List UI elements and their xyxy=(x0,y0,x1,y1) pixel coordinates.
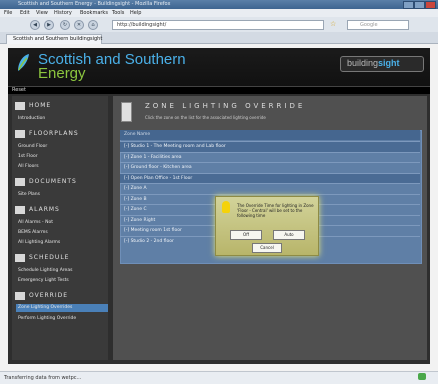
url-text: http://buildingsight/ xyxy=(117,22,167,28)
zone-row-label: [-] Studio 2 - 2nd floor xyxy=(124,238,174,244)
zone-row-label: [-] Studio 1 - The Meeting room and Lab … xyxy=(124,144,226,149)
zone-list-header: Zone Name xyxy=(120,130,420,140)
dialog-off-button[interactable]: Off xyxy=(230,230,262,240)
zone-row[interactable]: [-] Zone 1 - Facilities area xyxy=(120,151,420,163)
sidebar-item-1st-floor[interactable]: 1st Floor xyxy=(18,154,38,159)
forward-icon[interactable]: ▶ xyxy=(44,20,54,30)
menu-help[interactable]: Help xyxy=(130,10,141,16)
buildingsight-logo: buildingsight xyxy=(340,56,424,72)
sidebar-item-schedule-lighting[interactable]: Schedule Lighting Areas xyxy=(18,268,72,273)
sidebar: HOME Introduction FLOORPLANS Ground Floo… xyxy=(12,96,108,360)
sidebar-section-schedule[interactable]: SCHEDULE xyxy=(12,252,108,264)
document-icon xyxy=(15,178,25,186)
section-label: FLOORPLANS xyxy=(29,130,79,137)
menu-history[interactable]: History xyxy=(54,10,72,16)
sidebar-item-perform-override[interactable]: Perform Lighting Override xyxy=(18,316,76,321)
zone-row-label: [-] Zone Right xyxy=(124,217,156,223)
section-label: HOME xyxy=(29,102,52,109)
logo-prefix: building xyxy=(347,58,379,68)
zone-row-label: [-] Open Plan Office - 1st Floor xyxy=(124,175,193,181)
page-subtitle: Click the zone on the list for the assoc… xyxy=(145,115,266,120)
sidebar-section-alarms[interactable]: ALARMS xyxy=(12,204,108,216)
sidebar-item-site-plans[interactable]: Site Plans xyxy=(18,192,40,197)
search-input[interactable]: Google xyxy=(347,20,409,30)
close-icon[interactable] xyxy=(425,1,436,9)
tab-bar: Scottish and Southern buildingsight xyxy=(0,32,438,44)
dialog-auto-button[interactable]: Auto xyxy=(273,230,305,240)
navigation-bar: ◀ ▶ ↻ ✕ ⌂ http://buildingsight/ ☆ Google xyxy=(0,17,438,33)
stop-icon[interactable]: ✕ xyxy=(74,20,84,30)
section-label: ALARMS xyxy=(29,206,60,213)
window-title: Scottish and Southern Energy - Buildings… xyxy=(18,1,171,7)
zone-row-label: [-] Zone B xyxy=(124,196,147,202)
sidebar-item-introduction[interactable]: Introduction xyxy=(18,116,45,121)
url-input[interactable]: http://buildingsight/ xyxy=(112,20,324,30)
menu-view[interactable]: View xyxy=(36,10,48,16)
search-placeholder: Google xyxy=(360,22,378,28)
sidebar-section-override[interactable]: OVERRIDE xyxy=(12,290,108,302)
tab-active[interactable]: Scottish and Southern buildingsight xyxy=(6,34,102,44)
zone-row-label: [-] Ground floor - Kitchen area xyxy=(124,165,192,170)
sidebar-item-emergency-tests[interactable]: Emergency Light Tests xyxy=(18,278,69,283)
sidebar-section-home[interactable]: HOME xyxy=(12,100,108,112)
zone-row[interactable]: [-] Open Plan Office - 1st Floor xyxy=(120,172,420,184)
schedule-icon xyxy=(15,254,25,262)
logo-suffix: sight xyxy=(378,58,400,68)
breadcrumb: Reset xyxy=(8,86,430,94)
sidebar-item-all-floors[interactable]: All Floors xyxy=(18,164,39,169)
sidebar-item-bems-alarms[interactable]: BEMS Alarms xyxy=(18,230,48,235)
sidebar-item-ground-floor[interactable]: Ground Floor xyxy=(18,144,47,149)
sidebar-section-floorplans[interactable]: FLOORPLANS xyxy=(12,128,108,140)
home-icon[interactable]: ⌂ xyxy=(88,20,98,30)
section-label: SCHEDULE xyxy=(29,254,70,261)
override-icon xyxy=(15,292,25,300)
floorplan-icon xyxy=(15,130,25,138)
zone-list-header-label: Zone Name xyxy=(124,132,151,137)
maximize-icon[interactable] xyxy=(414,1,425,9)
status-text: Transferring data from wetpc... xyxy=(4,375,82,381)
reload-icon[interactable]: ↻ xyxy=(60,20,70,30)
dialog-message-line3: following time xyxy=(237,213,266,218)
zone-row-label: [-] Zone C xyxy=(124,207,147,212)
section-label: OVERRIDE xyxy=(29,292,69,299)
alarm-icon xyxy=(15,206,25,214)
minimize-icon[interactable] xyxy=(403,1,414,9)
page-title: ZONE LIGHTING OVERRIDE xyxy=(145,102,306,110)
zone-row-label: [-] Meeting room 1st floor xyxy=(124,228,182,233)
reset-link[interactable]: Reset xyxy=(12,87,26,93)
zone-row[interactable]: [-] Zone A xyxy=(120,183,420,194)
sidebar-item-lighting-alarms[interactable]: All Lighting Alarms xyxy=(18,240,60,245)
section-label: DOCUMENTS xyxy=(29,178,77,185)
zone-row-label: [-] Zone A xyxy=(124,186,147,191)
home-icon xyxy=(15,102,25,110)
zone-row[interactable]: [-] Ground floor - Kitchen area xyxy=(120,162,420,173)
menu-bookmarks[interactable]: Bookmarks xyxy=(80,10,108,16)
leaf-logo-icon xyxy=(18,54,29,71)
lightbulb-icon xyxy=(222,201,230,213)
page-header-icon xyxy=(121,102,132,122)
status-bar: Transferring data from wetpc... xyxy=(0,371,438,384)
tab-label: Scottish and Southern buildingsight xyxy=(13,36,103,42)
sidebar-item-all-alarms[interactable]: All Alarms - Not xyxy=(18,220,53,225)
zone-row-label: [-] Zone 1 - Facilities area xyxy=(124,154,182,160)
status-indicator-icon xyxy=(418,373,426,380)
back-icon[interactable]: ◀ xyxy=(30,20,40,30)
zone-row[interactable]: [-] Studio 1 - The Meeting room and Lab … xyxy=(120,141,420,152)
sidebar-item-zone-lighting-overrides[interactable]: Zone Lighting Overrides xyxy=(16,304,108,312)
sidebar-section-documents[interactable]: DOCUMENTS xyxy=(12,176,108,188)
window-titlebar: Scottish and Southern Energy - Buildings… xyxy=(0,0,438,9)
menu-edit[interactable]: Edit xyxy=(20,10,30,16)
brand-name-line2: Energy xyxy=(38,65,86,82)
bookmark-star-icon[interactable]: ☆ xyxy=(330,20,336,28)
dialog-cancel-button[interactable]: Cancel xyxy=(252,243,282,253)
menu-tools[interactable]: Tools xyxy=(112,10,124,16)
menu-file[interactable]: File xyxy=(4,10,12,16)
